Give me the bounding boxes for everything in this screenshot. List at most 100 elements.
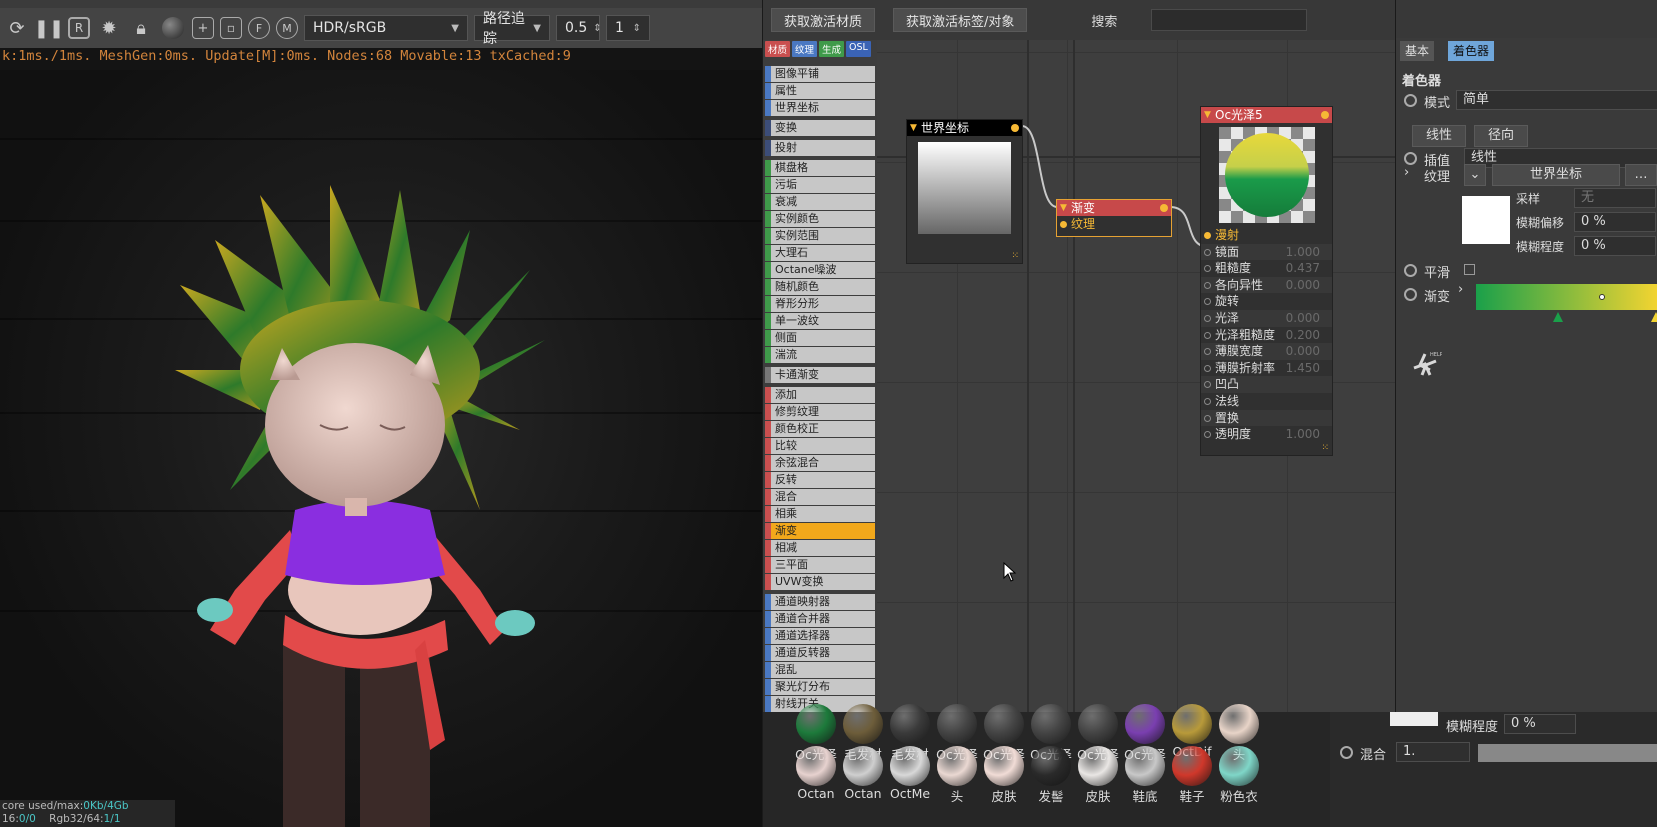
input-port[interactable] <box>1204 248 1211 256</box>
node-list-item[interactable]: 相减 <box>765 540 875 556</box>
node-list-item[interactable]: 棋盘格 <box>765 160 875 176</box>
focus-picker-icon[interactable]: F <box>248 17 270 39</box>
linear-button[interactable]: 线性 <box>1412 125 1466 147</box>
node-list-item[interactable]: 反转 <box>765 472 875 488</box>
gloss-port-row[interactable]: 漫射 <box>1201 227 1332 244</box>
blur-level-field-lower[interactable]: 0 % <box>1504 714 1576 734</box>
resize-grip-icon[interactable]: ⁙ <box>1011 251 1019 261</box>
lock-icon[interactable]: 🔒︎ <box>128 15 154 41</box>
node-list-item[interactable]: 三平面 <box>765 557 875 573</box>
gloss-port-row[interactable]: 薄膜折射率 1.450 <box>1201 360 1332 377</box>
mode-select[interactable]: 简单 <box>1456 90 1657 110</box>
node-list-item[interactable]: 相乘 <box>765 506 875 522</box>
radial-button[interactable]: 径向 <box>1474 125 1528 147</box>
get-active-tag-button[interactable]: 获取激活标签/对象 <box>893 8 1028 32</box>
node-list-item[interactable]: 聚光灯分布 <box>765 679 875 695</box>
material-picker-icon[interactable]: M <box>276 17 298 39</box>
gloss-port-row[interactable]: 薄膜宽度 0.000 <box>1201 343 1332 360</box>
node-list-item[interactable]: 随机颜色 <box>765 279 875 295</box>
material-thumbnail[interactable]: 皮肤 <box>981 746 1027 805</box>
node-list-item[interactable]: 投射 <box>765 140 875 156</box>
frame-icon[interactable]: ▫ <box>220 17 242 39</box>
input-port[interactable] <box>1204 331 1211 339</box>
input-port[interactable] <box>1204 265 1211 273</box>
mode-keyframe-icon[interactable] <box>1404 94 1417 107</box>
node-list-item[interactable]: 通道反转器 <box>765 645 875 661</box>
node-list-item[interactable]: 通道选择器 <box>765 628 875 644</box>
node-world-coordinate[interactable]: ▼ 世界坐标 ⁙ <box>906 119 1023 264</box>
tab-shader[interactable]: 着色器 <box>1448 41 1495 61</box>
node-list-item[interactable]: 衰减 <box>765 194 875 210</box>
node-gradient[interactable]: ▼ 渐变 纹理 <box>1056 199 1172 237</box>
gloss-port-row[interactable]: 旋转 <box>1201 293 1332 310</box>
gloss-port-row[interactable]: 各向异性 0.000 <box>1201 276 1332 294</box>
kernel-mode-select[interactable]: 路径追踪 ▼ <box>474 11 550 47</box>
blur-offset-field[interactable]: 0 % <box>1574 212 1656 232</box>
gloss-port-row[interactable]: 凹凸 <box>1201 376 1332 393</box>
gradient-stop-end[interactable] <box>1651 312 1657 322</box>
texture-menu-button[interactable]: ⌄ <box>1464 164 1486 186</box>
output-port[interactable] <box>1011 124 1019 132</box>
material-thumbnail[interactable]: 头 <box>934 746 980 805</box>
node-list-item[interactable]: 单一波纹 <box>765 313 875 329</box>
mix-slider[interactable] <box>1478 744 1657 762</box>
input-port[interactable] <box>1204 381 1211 389</box>
input-port[interactable] <box>1204 232 1211 239</box>
node-list-item[interactable]: 世界坐标 <box>765 100 875 116</box>
node-list-item[interactable]: 通道合并器 <box>765 611 875 627</box>
pause-icon[interactable]: ❚❚ <box>34 15 64 41</box>
collapse-triangle-icon[interactable]: ▼ <box>1060 200 1067 216</box>
input-port[interactable] <box>1204 431 1211 439</box>
collapse-triangle-icon[interactable]: ▼ <box>910 120 917 136</box>
category-tab[interactable]: OSL <box>846 41 871 57</box>
mix-field[interactable]: 1. <box>1396 742 1470 762</box>
node-list-item[interactable]: 脊形分形 <box>765 296 875 312</box>
octane-help-logo-icon[interactable]: HELP <box>1408 348 1442 382</box>
input-port[interactable] <box>1204 314 1211 322</box>
gradient-knot-handle[interactable] <box>1599 294 1605 300</box>
material-thumbnail[interactable]: Octan <box>793 746 839 801</box>
material-thumbnail[interactable]: 发髻 <box>1028 746 1074 805</box>
node-list-item[interactable]: 通道映射器 <box>765 594 875 610</box>
node-list-item[interactable]: 渐变 <box>765 523 875 539</box>
input-port[interactable] <box>1060 221 1067 228</box>
port-texture[interactable]: 纹理 <box>1057 216 1171 233</box>
node-list-item[interactable]: 变换 <box>765 120 875 136</box>
node-list-item[interactable]: 属性 <box>765 83 875 99</box>
texture-shader-button[interactable]: 世界坐标 <box>1492 164 1620 186</box>
input-port[interactable] <box>1204 298 1211 306</box>
material-thumbnail[interactable]: 鞋子 <box>1169 746 1215 805</box>
blur-level-field[interactable]: 0 % <box>1574 236 1656 256</box>
gradient-bar[interactable] <box>1476 284 1657 310</box>
gradient-expand-icon[interactable]: › <box>1458 282 1463 297</box>
category-tab[interactable]: 材质 <box>765 41 791 57</box>
input-port[interactable] <box>1204 281 1211 289</box>
smooth-keyframe-icon[interactable] <box>1404 264 1417 277</box>
texture-more-button[interactable]: … <box>1625 164 1657 186</box>
node-list-item[interactable]: 大理石 <box>765 245 875 261</box>
node-list-item[interactable]: 修剪纹理 <box>765 404 875 420</box>
gloss-port-row[interactable]: 置换 <box>1201 409 1332 427</box>
node-list-item[interactable]: UVW变换 <box>765 574 875 590</box>
region-render-icon[interactable]: R <box>68 17 90 39</box>
node-list-item[interactable]: 余弦混合 <box>765 455 875 471</box>
node-list-item[interactable]: 混合 <box>765 489 875 505</box>
node-list-item[interactable]: 侧面 <box>765 330 875 346</box>
material-thumbnail[interactable]: 鞋底 <box>1122 746 1168 805</box>
node-list-item[interactable]: 颜色校正 <box>765 421 875 437</box>
collapse-triangle-icon[interactable]: ▼ <box>1204 107 1211 123</box>
get-active-material-button[interactable]: 获取激活材质 <box>771 8 876 32</box>
material-thumbnail[interactable]: OctMe <box>887 746 933 801</box>
node-list-item[interactable]: 添加 <box>765 387 875 403</box>
node-list-item[interactable]: 图像平铺 <box>765 66 875 82</box>
node-list-item[interactable]: 比较 <box>765 438 875 454</box>
node-list-item[interactable]: 污垢 <box>765 177 875 193</box>
gloss-port-row[interactable]: 光泽粗糙度 0.200 <box>1201 327 1332 344</box>
gloss-port-row[interactable]: 透明度 1.000 <box>1201 426 1332 443</box>
render-viewport[interactable]: ⟳ ❚❚ R ✹ 🔒︎ + ▫ F M HDR/sRGB ▼ 路径追踪 ▼ 0.5 ⇕… <box>0 0 762 827</box>
category-tab[interactable]: 纹理 <box>792 41 818 57</box>
value-spinner-2[interactable]: 1 ⇕ <box>606 15 650 41</box>
material-thumbnail[interactable]: Octan <box>840 746 886 801</box>
resize-grip-icon[interactable]: ⁙ <box>1321 443 1329 453</box>
gloss-port-row[interactable]: 粗糙度 0.437 <box>1201 260 1332 277</box>
